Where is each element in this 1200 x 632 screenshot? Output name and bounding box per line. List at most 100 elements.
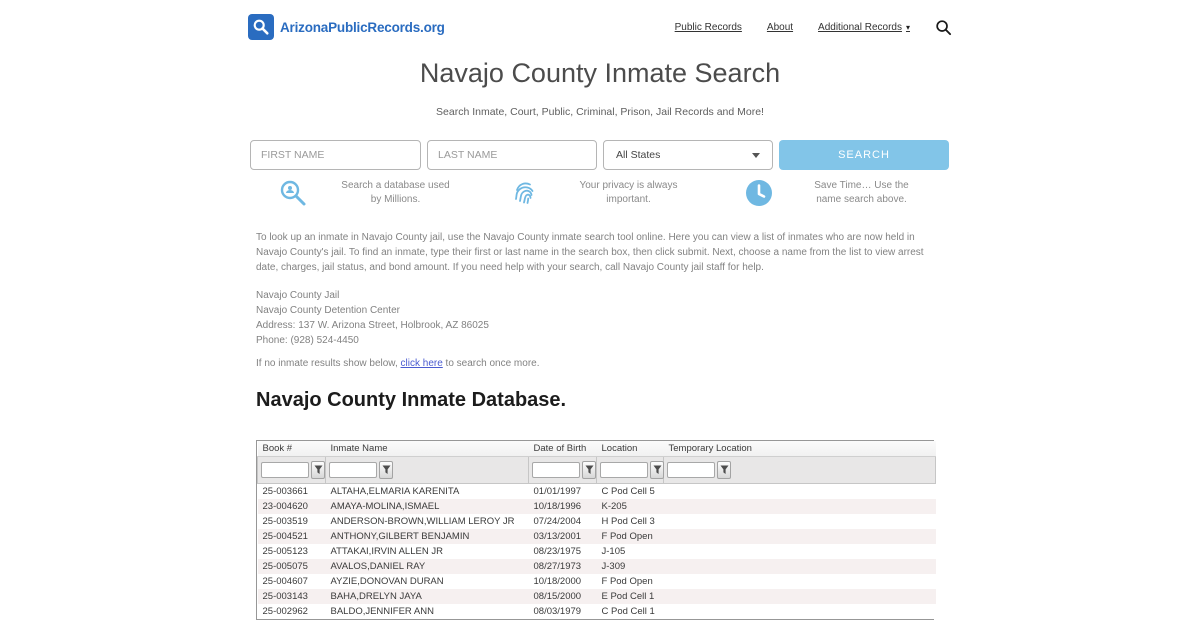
filter-input-temp-location[interactable]	[667, 462, 715, 478]
cell-book-number: 25-004607	[262, 576, 308, 588]
search-button[interactable]: SEARCH	[779, 140, 949, 170]
cell-temporary-location	[664, 574, 936, 589]
filter-input-book[interactable]	[261, 462, 309, 478]
filter-input-dob[interactable]	[532, 462, 580, 478]
table-row[interactable]: 25-004607 AYZIE,DONOVAN DURAN 10/18/2000…	[257, 574, 936, 590]
nav-link-about[interactable]: About	[767, 22, 793, 33]
cell-location: C Pod Cell 1	[601, 606, 655, 618]
table-row[interactable]: 25-003661 ALTAHA,ELMARIA KARENITA 01/01/…	[257, 483, 936, 500]
funnel-icon[interactable]	[379, 461, 393, 479]
chevron-down-icon	[752, 152, 760, 158]
brand-name: ArizonaPublicRecords.org	[280, 19, 445, 35]
retry-text: If no inmate results show below, click h…	[256, 358, 540, 369]
funnel-icon[interactable]	[717, 461, 731, 479]
cell-inmate-name: ANTHONY,GILBERT BENJAMIN	[330, 531, 470, 543]
cell-temporary-location	[664, 604, 936, 619]
facility-line: Navajo County Detention Center	[256, 305, 400, 316]
inmate-grid: Book # Inmate Name Date of Birth Locatio…	[256, 440, 936, 621]
page-title: Navajo County Inmate Search	[419, 58, 781, 88]
feature-caption: Save Time… Use the name search above.	[814, 180, 909, 205]
feature-row: Search a database used by Millions. Your…	[250, 178, 950, 208]
column-header-temp-location[interactable]: Temporary Location	[663, 441, 936, 457]
table-row[interactable]: 25-005075 AVALOS,DANIEL RAY 08/27/1973 J…	[257, 559, 936, 575]
grid-filter-row	[257, 455, 936, 485]
filter-input-name[interactable]	[329, 462, 377, 478]
clock-icon	[744, 178, 774, 208]
table-row[interactable]: 23-004620 AMAYA-MOLINA,ISMAEL 10/18/1996…	[257, 499, 936, 515]
facility-info: Navajo County Jail Navajo County Detenti…	[250, 288, 950, 348]
cell-temporary-location	[664, 484, 936, 500]
logo-magnifier-icon	[248, 14, 274, 40]
cell-date-of-birth: 10/18/2000	[533, 576, 582, 588]
feature-privacy: Your privacy is always important.	[483, 178, 716, 208]
cell-inmate-name: BALDO,JENNIFER ANN	[330, 606, 434, 618]
feature-database: Search a database used by Millions.	[250, 178, 483, 208]
cell-date-of-birth: 01/01/1997	[533, 486, 582, 498]
table-row[interactable]: 25-004521 ANTHONY,GILBERT BENJAMIN 03/13…	[257, 529, 936, 545]
cell-date-of-birth: 03/13/2001	[533, 531, 582, 543]
facility-line: Address: 137 W. Arizona Street, Holbrook…	[256, 320, 489, 331]
retry-link[interactable]: click here	[401, 358, 443, 369]
brand-logo[interactable]: ArizonaPublicRecords.org	[248, 14, 445, 40]
facility-line: Navajo County Jail	[256, 290, 340, 301]
nav-link-public-records[interactable]: Public Records	[675, 22, 742, 33]
cell-inmate-name: ATTAKAI,IRVIN ALLEN JR	[330, 546, 443, 558]
cell-date-of-birth: 08/27/1973	[533, 561, 582, 573]
column-header-location[interactable]: Location	[596, 441, 664, 457]
cell-inmate-name: ANDERSON-BROWN,WILLIAM LEROY JR	[330, 516, 515, 528]
table-row[interactable]: 25-003143 BAHA,DRELYN JAYA 08/15/2000 E …	[257, 589, 936, 605]
funnel-icon[interactable]	[582, 461, 596, 479]
funnel-icon[interactable]	[650, 461, 664, 479]
cell-location: E Pod Cell 1	[601, 591, 655, 603]
cell-date-of-birth: 08/03/1979	[533, 606, 582, 618]
cell-temporary-location	[664, 529, 936, 544]
cell-location: J-309	[601, 561, 626, 573]
first-name-input[interactable]	[250, 140, 421, 170]
cell-temporary-location	[664, 514, 936, 529]
nav-search-icon[interactable]	[935, 19, 952, 36]
funnel-icon[interactable]	[311, 461, 325, 479]
inmate-search-form: All States SEARCH	[250, 140, 950, 170]
cell-temporary-location	[664, 544, 936, 559]
cell-book-number: 25-003519	[262, 516, 308, 528]
page-subtitle: Search Inmate, Court, Public, Criminal, …	[436, 106, 764, 118]
feature-save-time: Save Time… Use the name search above.	[716, 178, 949, 208]
cell-location: F Pod Open	[601, 576, 653, 588]
cell-temporary-location	[664, 589, 936, 604]
cell-book-number: 25-005075	[262, 561, 308, 573]
caret-down-icon: ▾	[905, 22, 910, 32]
cell-date-of-birth: 07/24/2004	[533, 516, 582, 528]
cell-temporary-location	[664, 559, 936, 574]
main-nav: Public Records About Additional Records ▾	[675, 19, 952, 36]
cell-book-number: 25-005123	[262, 546, 308, 558]
column-header-book[interactable]: Book #	[257, 441, 326, 457]
state-select[interactable]: All States	[603, 140, 773, 170]
cell-temporary-location	[664, 499, 936, 514]
feature-caption: Search a database used by Millions.	[341, 180, 450, 205]
cell-inmate-name: AVALOS,DANIEL RAY	[330, 561, 426, 573]
cell-book-number: 25-003143	[262, 591, 308, 603]
filter-input-location[interactable]	[600, 462, 648, 478]
cell-location: J-105	[601, 546, 626, 558]
table-row[interactable]: 25-002962 BALDO,JENNIFER ANN 08/03/1979 …	[257, 604, 936, 620]
fingerprint-icon	[511, 178, 541, 208]
cell-inmate-name: AMAYA-MOLINA,ISMAEL	[330, 501, 440, 513]
cell-book-number: 23-004620	[262, 501, 308, 513]
cell-date-of-birth: 08/23/1975	[533, 546, 582, 558]
last-name-input[interactable]	[427, 140, 597, 170]
column-header-dob[interactable]: Date of Birth	[528, 441, 597, 457]
database-heading: Navajo County Inmate Database.	[256, 389, 567, 411]
grid-header-row: Book # Inmate Name Date of Birth Locatio…	[257, 441, 936, 457]
state-select-value: All States	[616, 149, 661, 161]
intro-paragraph: To look up an inmate in Navajo County ja…	[256, 232, 924, 273]
cell-book-number: 25-004521	[262, 531, 308, 543]
feature-caption: Your privacy is always important.	[579, 180, 678, 205]
table-row[interactable]: 25-003519 ANDERSON-BROWN,WILLIAM LEROY J…	[257, 514, 936, 530]
facility-line: Phone: (928) 524-4450	[256, 335, 359, 346]
column-header-name[interactable]: Inmate Name	[325, 441, 529, 457]
table-row[interactable]: 25-005123 ATTAKAI,IRVIN ALLEN JR 08/23/1…	[257, 544, 936, 560]
inmate-table-body: 25-003661 ALTAHA,ELMARIA KARENITA 01/01/…	[257, 483, 936, 620]
cell-location: C Pod Cell 5	[601, 486, 655, 498]
nav-link-additional-records[interactable]: Additional Records ▾	[818, 22, 910, 33]
cell-location: F Pod Open	[601, 531, 653, 543]
